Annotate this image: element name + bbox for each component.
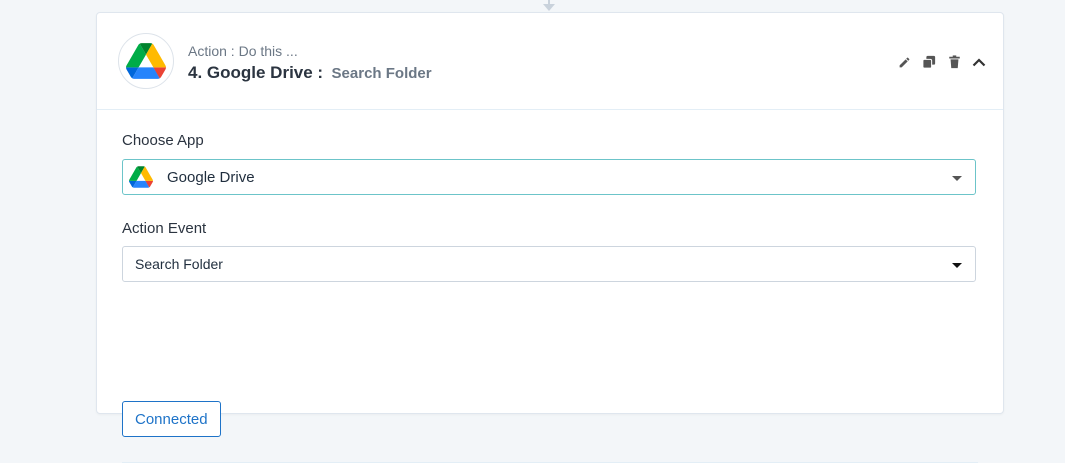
step-subtitle: Action : Do this ... [188,43,298,59]
google-drive-icon [129,166,153,188]
action-event-select[interactable]: Search Folder [122,246,976,282]
action-step-card: Action : Do this ... 4. Google Drive : S… [96,12,1004,463]
action-event-value: Search Folder [135,256,223,272]
step-actions [896,54,987,70]
flow-connector-arrow-icon [543,4,555,11]
chevron-up-icon[interactable] [971,54,987,70]
step-title: 4. Google Drive : Search Folder [188,63,432,83]
caret-down-icon[interactable] [952,263,962,268]
choose-app-select[interactable]: Google Drive [122,159,976,195]
copy-icon[interactable] [921,54,937,70]
pencil-icon[interactable] [896,54,912,70]
step-title-event: Search Folder [331,65,432,82]
google-drive-icon [126,43,166,79]
caret-down-icon[interactable] [952,176,962,181]
step-header[interactable]: Action : Do this ... 4. Google Drive : S… [97,13,1003,110]
connected-button[interactable]: Connected [122,401,221,437]
choose-app-value: Google Drive [167,168,255,186]
trash-icon[interactable] [946,54,962,70]
choose-app-label: Choose App [122,132,204,149]
action-event-label: Action Event [122,220,207,237]
google-drive-logo [118,33,174,89]
step-title-app: 4. Google Drive : [188,63,324,82]
